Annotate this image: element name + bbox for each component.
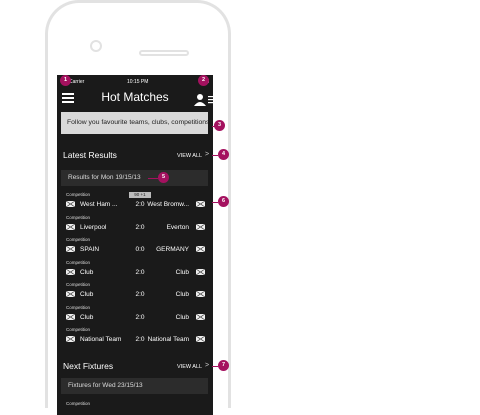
home-team: West Ham ... (80, 201, 118, 208)
home-team: Club (80, 268, 94, 276)
next-fixtures-view-all[interactable]: VIEW ALL (177, 364, 202, 370)
away-team: Club (175, 268, 189, 276)
results-date-bar: Results for Mon 19/15/13 (61, 170, 208, 186)
clock: 10:15 PM (127, 79, 149, 85)
competition-label: Competition (66, 401, 91, 406)
competition-label: Competition (66, 237, 91, 242)
flag-icon (196, 336, 205, 342)
flag-icon (196, 201, 205, 207)
flag-icon (66, 246, 75, 252)
results-list: Competition West Ham ... 90 +1 2:0 West … (61, 191, 209, 349)
competition-label: Competition (66, 327, 91, 332)
user-menu-icon[interactable] (194, 93, 213, 106)
next-fixtures-title: Next Fixtures (63, 361, 114, 371)
annotation-marker-2: 2 (198, 75, 209, 86)
competition-label: Competition (66, 304, 91, 310)
phone-speaker (139, 50, 189, 56)
match-row[interactable]: Competition Club 2:0 Club (61, 259, 209, 282)
status-bar: Carrier 10:15 PM (57, 75, 213, 87)
match-row[interactable]: Competition National Team 2:0 National T… (61, 326, 209, 349)
latest-results-title: Latest Results (63, 150, 117, 160)
live-minute-badge: 90 +1 (129, 192, 151, 198)
match-row[interactable]: Competition Club 2:0 Club (61, 281, 209, 304)
annotation-marker-5: 5 (158, 172, 169, 183)
away-team: Club (175, 313, 189, 321)
home-team: Club (80, 291, 94, 298)
annotation-pointer (148, 178, 158, 179)
annotation-marker-7: 7 (218, 360, 229, 371)
page-title: Hot Matches (101, 90, 169, 104)
away-team: Everton (166, 223, 189, 231)
flag-icon (196, 268, 205, 275)
home-team: Club (80, 313, 94, 321)
flag-icon (196, 246, 205, 252)
away-team: GERMANY (156, 246, 189, 253)
match-score: 2:0 (135, 291, 145, 298)
competition-label: Competition (66, 192, 91, 197)
carrier-label: Carrier (69, 79, 85, 85)
away-team: West Bromw... (147, 201, 189, 208)
flag-icon (66, 291, 75, 297)
phone-camera (90, 40, 102, 52)
match-score: 0:0 (135, 246, 145, 253)
chevron-right-icon[interactable]: > (205, 151, 209, 158)
fixtures-date-bar: Fixtures for Wed 23/15/13 (61, 378, 208, 394)
match-row[interactable]: Competition Club 2:0 Club (61, 304, 209, 327)
flag-icon (66, 223, 75, 230)
away-team: Club (175, 291, 189, 298)
flag-icon (196, 313, 205, 320)
annotation-marker-1: 1 (60, 75, 71, 86)
annotation-marker-3: 3 (214, 120, 225, 131)
latest-results-view-all[interactable]: VIEW ALL (177, 153, 202, 159)
flag-icon (66, 201, 75, 207)
flag-icon (196, 223, 205, 230)
flag-icon (66, 313, 75, 320)
match-row[interactable]: Competition Liverpool 2:0 Everton (61, 214, 209, 237)
match-score: 2:0 (135, 223, 145, 231)
next-fixtures-header: Next Fixtures VIEW ALL > (57, 359, 213, 375)
latest-results-header: Latest Results VIEW ALL > (57, 148, 213, 164)
competition-label: Competition (66, 259, 91, 265)
annotation-marker-6: 6 (218, 196, 229, 207)
follow-banner[interactable]: Follow you favourite teams, clubs, compe… (61, 112, 208, 134)
home-team: National Team (80, 336, 122, 343)
match-row[interactable]: Competition SPAIN 0:0 GERMANY (61, 236, 209, 259)
match-score: 2:0 (135, 268, 145, 276)
flag-icon (66, 336, 75, 342)
annotation-marker-4: 4 (218, 149, 229, 160)
away-team: National Team (147, 336, 189, 343)
match-score: 2:0 (135, 313, 145, 321)
app-screen: Carrier 10:15 PM Hot Matches Follow you … (57, 75, 213, 415)
competition-label: Competition (66, 282, 91, 287)
flag-icon (66, 268, 75, 275)
competition-label: Competition (66, 214, 91, 220)
match-row[interactable]: Competition West Ham ... 90 +1 2:0 West … (61, 191, 209, 214)
top-bar: Hot Matches (57, 87, 213, 111)
chevron-right-icon[interactable]: > (205, 362, 209, 369)
flag-icon (196, 291, 205, 297)
home-team: SPAIN (80, 246, 100, 253)
home-team: Liverpool (80, 223, 107, 231)
